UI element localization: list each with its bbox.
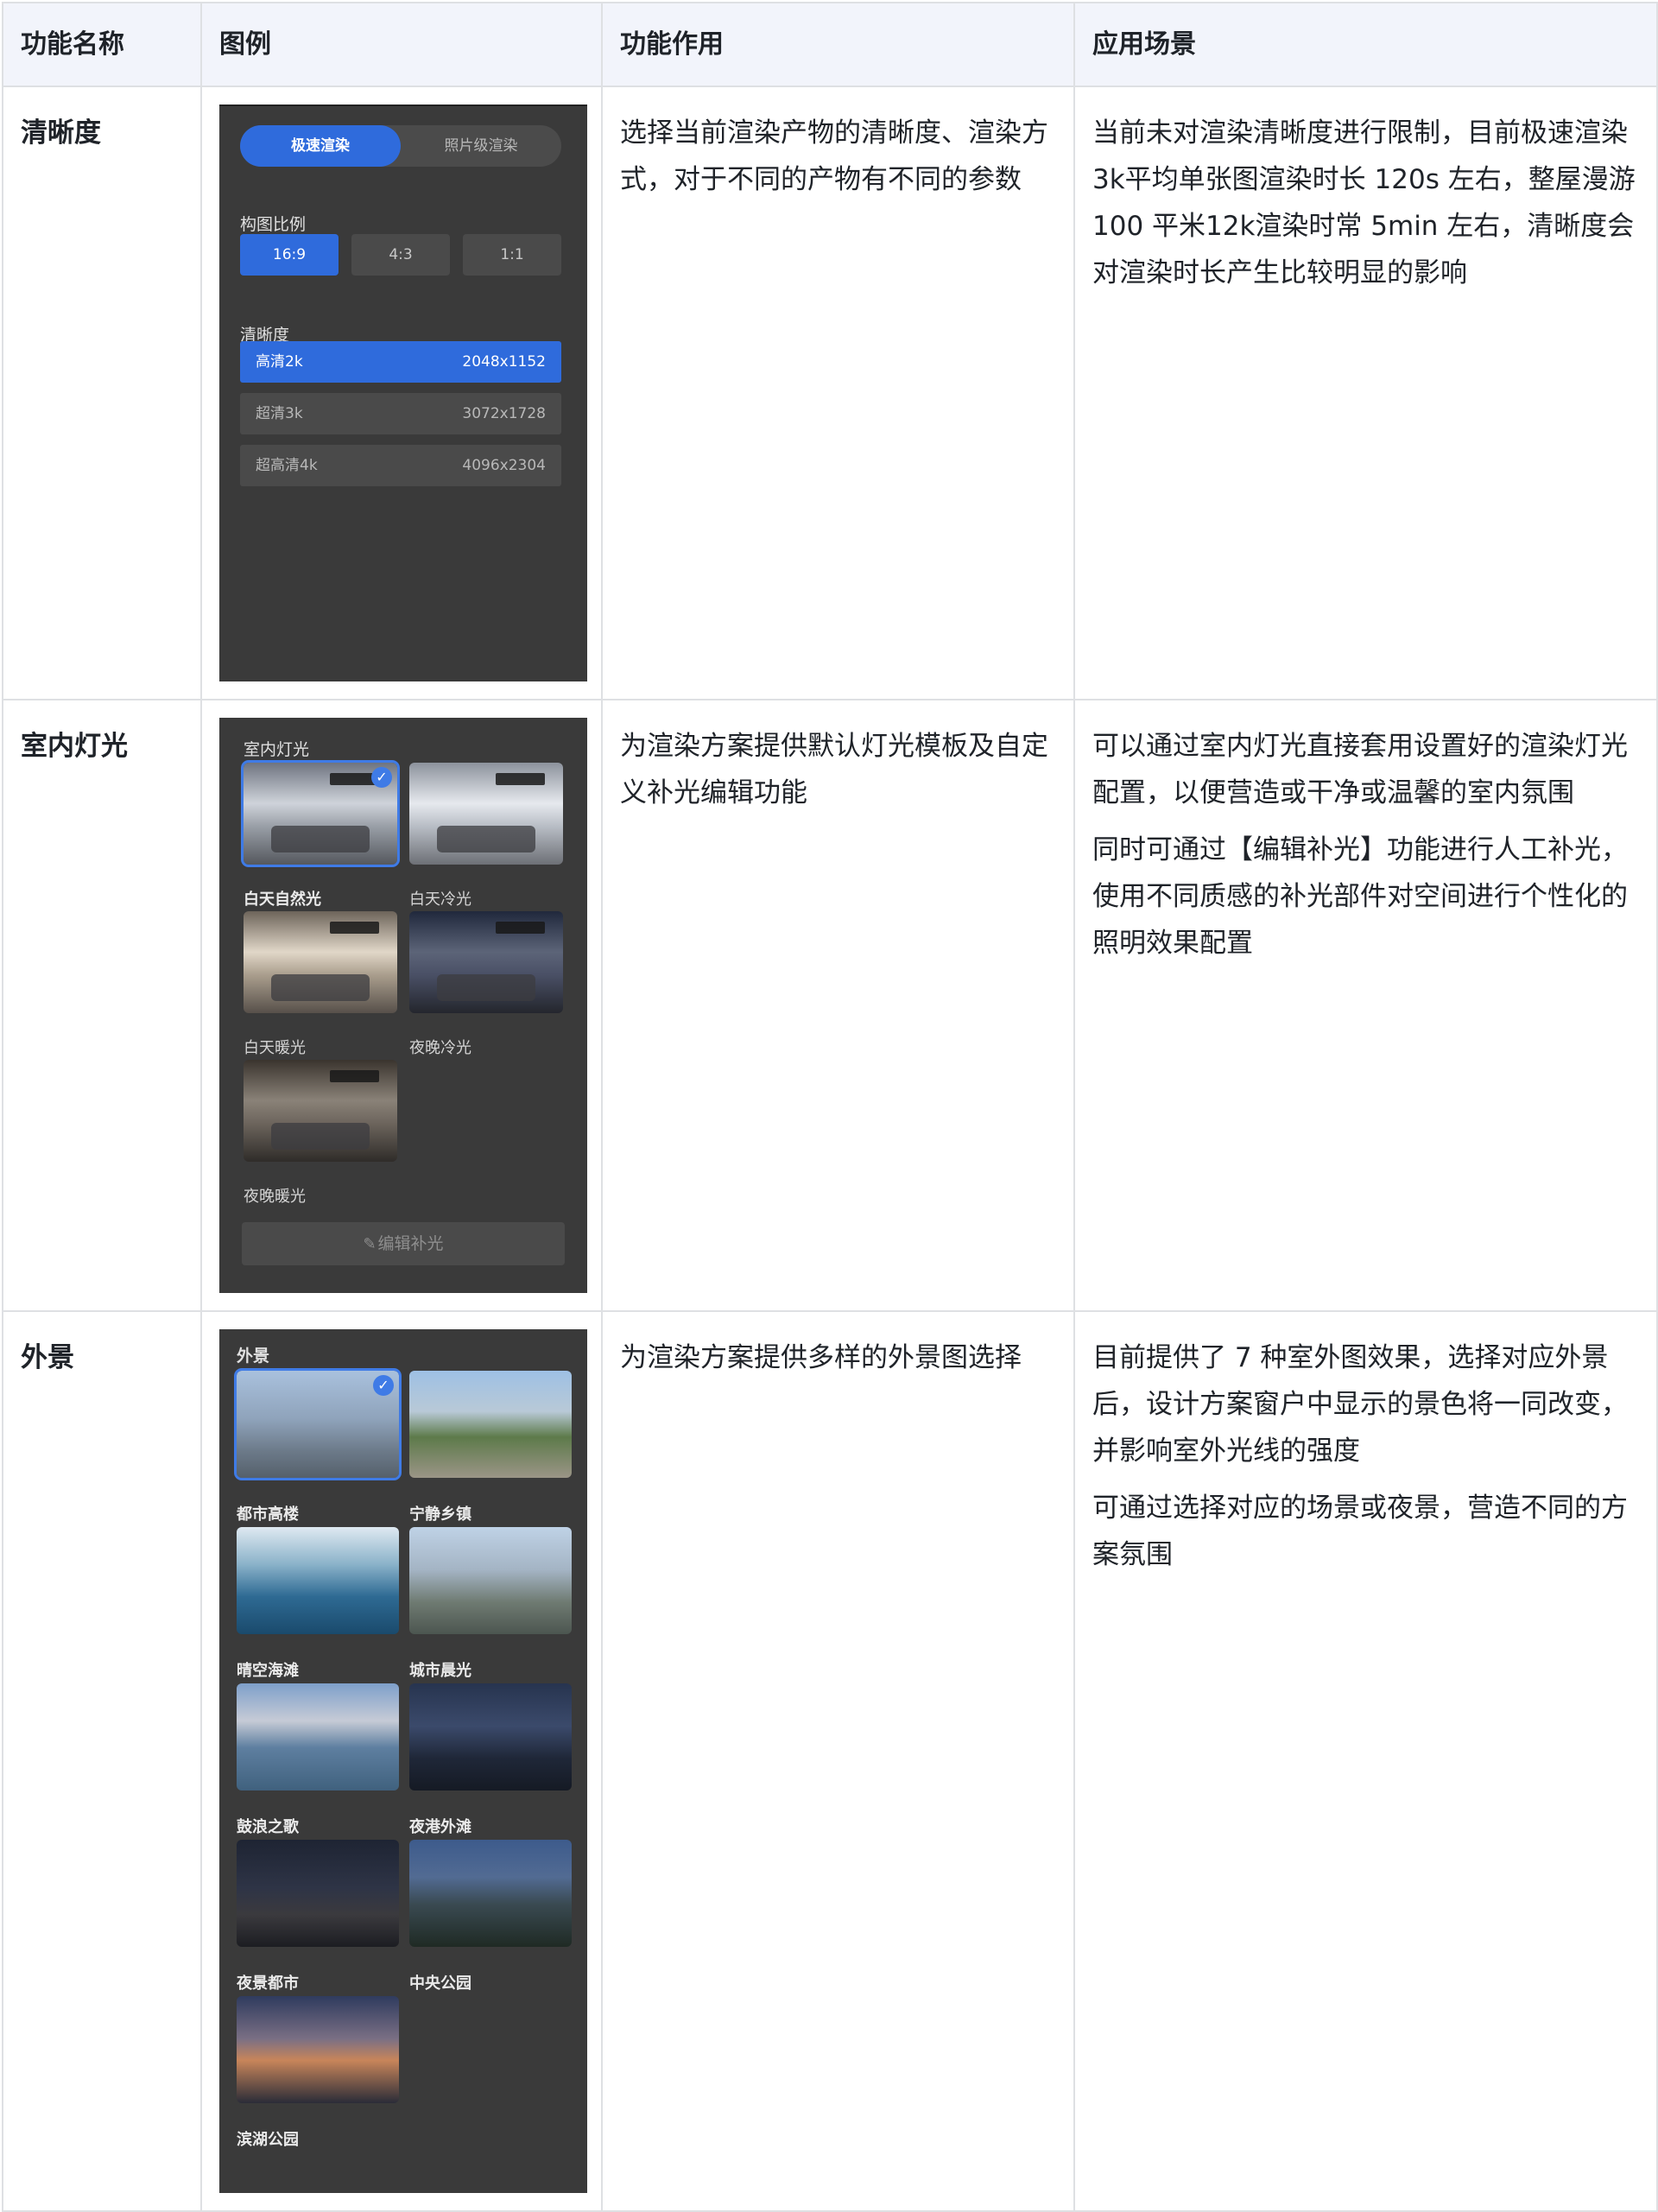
scenario-cell: 可以通过室内灯光直接套用设置好的渲染灯光配置，以便营造或干净或温馨的室内氛围 同… [1073,699,1658,1312]
edit-fill-light-label: 编辑补光 [377,1234,444,1253]
exterior-option-city-towers[interactable]: ✓ [234,1368,402,1480]
scenario-paragraph: 可通过选择对应的场景或夜景，营造不同的方案氛围 [1092,1493,1628,1570]
header-function: 功能作用 [601,2,1075,87]
ratio-1-1-button[interactable]: 1:1 [463,234,561,276]
exterior-option-sunny-beach[interactable] [237,1527,399,1634]
ratio-16-9-button[interactable]: 16:9 [240,234,339,276]
check-icon: ✓ [373,1375,394,1396]
light-caption: 夜晚暖光 [244,1188,306,1206]
resolution-name: 超高清4k [256,457,318,474]
table-row: 清晰度 极速渲染 照片级渲染 构图比例 16:9 4:3 1:1 清晰度 高清2… [2,86,1658,700]
example-cell: 极速渲染 照片级渲染 构图比例 16:9 4:3 1:1 清晰度 高清2k 20… [200,86,603,700]
table-row: 室内灯光 室内灯光 ✓ 白天自然光 白天冷光 白天暖光 夜晚冷光 夜晚暖光 ✎ … [2,699,1658,1312]
exterior-option-city-morning[interactable] [409,1527,572,1634]
resolution-option-3k[interactable]: 超清3k 3072x1728 [240,393,561,434]
scenario-paragraph: 可以通过室内灯光直接套用设置好的渲染灯光配置，以便营造或干净或温馨的室内氛围 [1092,731,1628,808]
header-scenario: 应用场景 [1073,2,1658,87]
feature-name: 外景 [2,1310,202,2212]
mode-photo-button[interactable]: 照片级渲染 [401,125,561,167]
exterior-option-gulangyu[interactable] [237,1683,399,1791]
table-header-row: 功能名称 图例 功能作用 应用场景 [2,2,1658,87]
mode-fast-button[interactable]: 极速渲染 [240,125,401,167]
feature-table: 功能名称 图例 功能作用 应用场景 清晰度 极速渲染 照片级渲染 构图比例 16… [2,2,1658,2212]
check-icon: ✓ [371,767,392,788]
function-cell: 选择当前渲染产物的清晰度、渲染方式，对于不同的产物有不同的参数 [601,86,1075,700]
resolution-size: 3072x1728 [462,405,546,422]
indoor-light-panel: 室内灯光 ✓ 白天自然光 白天冷光 白天暖光 夜晚冷光 夜晚暖光 ✎ 编辑补光 [219,718,587,1293]
resolution-size: 4096x2304 [462,457,546,474]
exterior-panel: 外景 ✓ 都市高楼 宁静乡镇 晴空海滩 城市晨光 鼓浪之歌 夜港外滩 夜景都市 … [219,1329,587,2193]
pencil-icon: ✎ [363,1235,377,1253]
ratio-4-3-button[interactable]: 4:3 [351,234,450,276]
resolution-option-4k[interactable]: 超高清4k 4096x2304 [240,445,561,486]
exterior-caption: 中央公园 [409,1974,471,1993]
resolution-name: 高清2k [256,353,303,371]
exterior-option-lakeside-park[interactable] [237,1996,399,2103]
sharpness-panel: 极速渲染 照片级渲染 构图比例 16:9 4:3 1:1 清晰度 高清2k 20… [219,105,587,681]
scenario-cell: 当前未对渲染清晰度进行限制，目前极速渲染3k平均单张图渲染时长 120s 左右，… [1073,86,1658,700]
light-option-night-warm[interactable] [244,1060,397,1162]
function-cell: 为渲染方案提供多样的外景图选择 [601,1310,1075,2212]
light-option-night-cold[interactable] [409,911,563,1013]
resolution-name: 超清3k [256,405,303,422]
table-row: 外景 外景 ✓ 都市高楼 宁静乡镇 晴空海滩 城市晨光 鼓浪之歌 夜港外滩 夜景… [2,1310,1658,2212]
scenario-paragraph: 目前提供了 7 种室外图效果，选择对应外景后，设计方案窗户中显示的景色将一同改变… [1092,1342,1628,1467]
exterior-option-central-park[interactable] [409,1840,572,1947]
light-option-daylight-cold[interactable] [409,763,563,865]
feature-name: 室内灯光 [2,699,202,1312]
exterior-option-quiet-town[interactable] [409,1371,572,1478]
exterior-option-night-city[interactable] [237,1840,399,1947]
scenario-cell: 目前提供了 7 种室外图效果，选择对应外景后，设计方案窗户中显示的景色将一同改变… [1073,1310,1658,2212]
resolution-size: 2048x1152 [462,353,546,371]
exterior-caption: 滨湖公园 [237,2131,299,2149]
light-option-daylight-natural[interactable]: ✓ [241,760,400,867]
resolution-option-2k[interactable]: 高清2k 2048x1152 [240,341,561,383]
example-cell: 外景 ✓ 都市高楼 宁静乡镇 晴空海滩 城市晨光 鼓浪之歌 夜港外滩 夜景都市 … [200,1310,603,2212]
light-option-daylight-warm[interactable] [244,911,397,1013]
exterior-option-night-bund[interactable] [409,1683,572,1791]
scenario-paragraph: 当前未对渲染清晰度进行限制，目前极速渲染3k平均单张图渲染时长 120s 左右，… [1092,117,1636,288]
header-feature-name: 功能名称 [2,2,202,87]
scenario-paragraph: 同时可通过【编辑补光】功能进行人工补光，使用不同质感的补光部件对空间进行个性化的… [1092,834,1628,959]
header-example: 图例 [200,2,603,87]
render-mode-toggle[interactable]: 极速渲染 照片级渲染 [240,125,561,167]
edit-fill-light-button[interactable]: ✎ 编辑补光 [242,1222,565,1265]
light-caption: 夜晚冷光 [409,1039,471,1057]
feature-name: 清晰度 [2,86,202,700]
function-cell: 为渲染方案提供默认灯光模板及自定义补光编辑功能 [601,699,1075,1312]
example-cell: 室内灯光 ✓ 白天自然光 白天冷光 白天暖光 夜晚冷光 夜晚暖光 ✎ 编辑补光 [200,699,603,1312]
